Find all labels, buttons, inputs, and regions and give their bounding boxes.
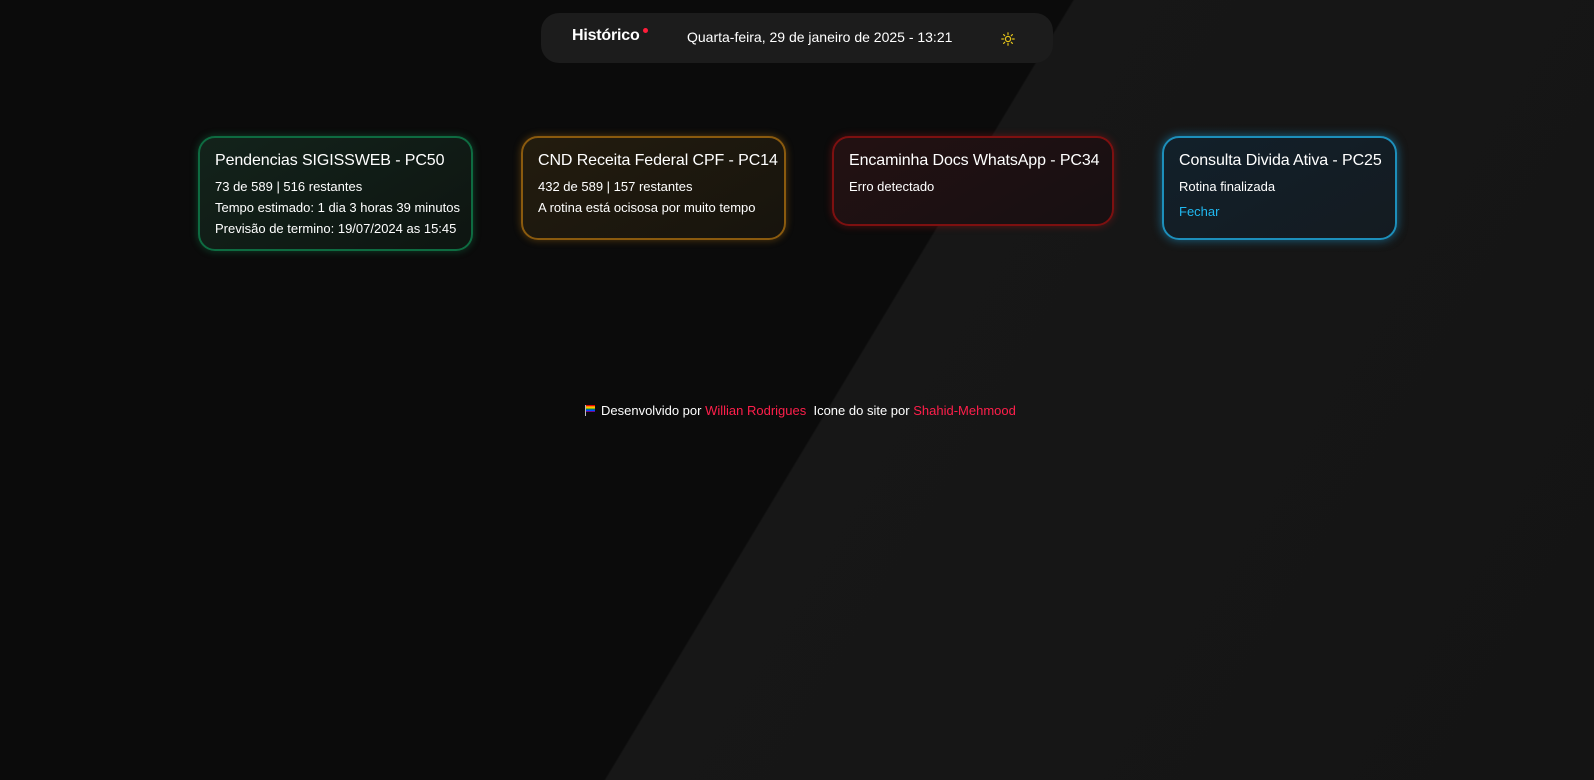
- end-forecast-text: Previsão de termino: 19/07/2024 as 15:45: [215, 221, 457, 236]
- idle-warning-text: A rotina está ocisosa por muito tempo: [538, 200, 756, 215]
- footer-credits: Desenvolvido por Willian Rodrigues Icone…: [585, 403, 1016, 418]
- notification-dot: [643, 28, 648, 33]
- developer-link[interactable]: Willian Rodrigues: [705, 403, 806, 418]
- current-datetime: Quarta-feira, 29 de janeiro de 2025 - 13…: [687, 29, 953, 45]
- card-title: Consulta Divida Ativa - PC25: [1179, 152, 1382, 169]
- finished-status-text: Rotina finalizada: [1179, 179, 1276, 194]
- close-card-button[interactable]: Fechar: [1179, 204, 1219, 219]
- icon-credit-label: Icone do site por: [813, 403, 910, 418]
- icon-author-link[interactable]: Shahid-Mehmood: [913, 403, 1016, 418]
- card-title: Encaminha Docs WhatsApp - PC34: [849, 152, 1100, 169]
- top-nav-bar: Histórico Quarta-feira, 29 de janeiro de…: [541, 13, 1053, 63]
- rainbow-flag-icon: [585, 405, 595, 416]
- routine-card-pc34[interactable]: Encaminha Docs WhatsApp - PC34 Erro dete…: [832, 136, 1114, 226]
- routine-card-pc25[interactable]: Consulta Divida Ativa - PC25 Rotina fina…: [1162, 136, 1397, 240]
- card-title: Pendencias SIGISSWEB - PC50: [215, 152, 445, 169]
- error-status-text: Erro detectado: [849, 179, 935, 194]
- routine-card-pc14[interactable]: CND Receita Federal CPF - PC14 432 de 58…: [521, 136, 786, 240]
- progress-text: 73 de 589 | 516 restantes: [215, 179, 363, 194]
- developed-by-label: Desenvolvido por: [601, 403, 702, 418]
- card-title: CND Receita Federal CPF - PC14: [538, 152, 778, 169]
- estimated-time-text: Tempo estimado: 1 dia 3 horas 39 minutos: [215, 200, 460, 215]
- historico-link[interactable]: Histórico: [572, 27, 640, 45]
- progress-text: 432 de 589 | 157 restantes: [538, 179, 693, 194]
- sun-icon[interactable]: [1001, 32, 1015, 46]
- routine-card-pc50[interactable]: Pendencias SIGISSWEB - PC50 73 de 589 | …: [198, 136, 473, 251]
- page-background: [0, 0, 1594, 780]
